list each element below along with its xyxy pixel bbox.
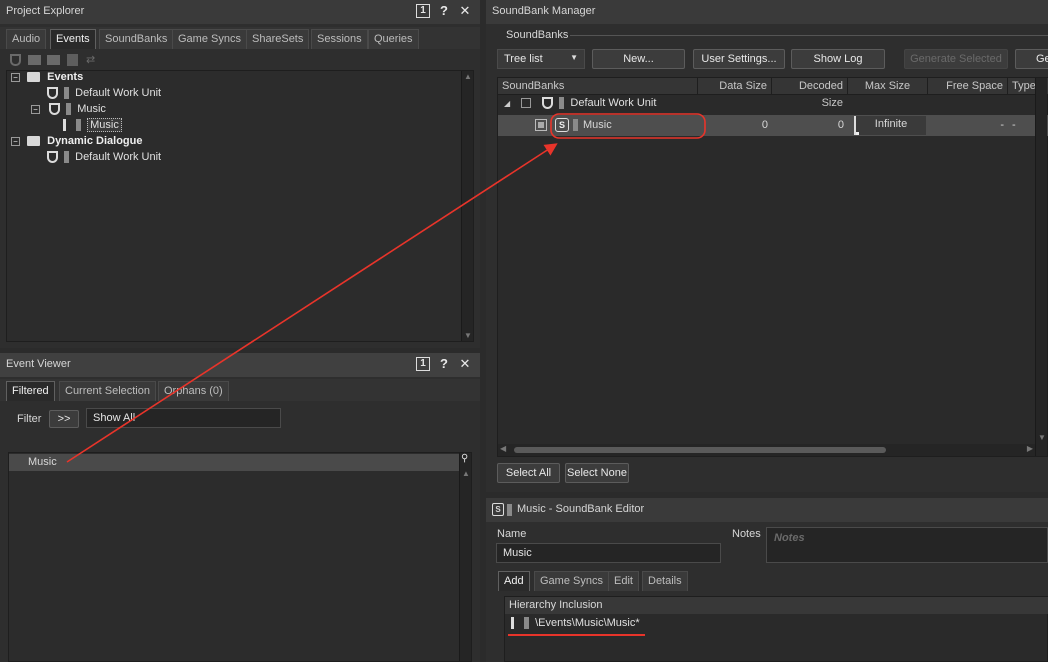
annotation-overlay <box>66 113 706 636</box>
annotation-highlight-box <box>550 113 706 139</box>
annotation-arrow <box>66 143 558 463</box>
